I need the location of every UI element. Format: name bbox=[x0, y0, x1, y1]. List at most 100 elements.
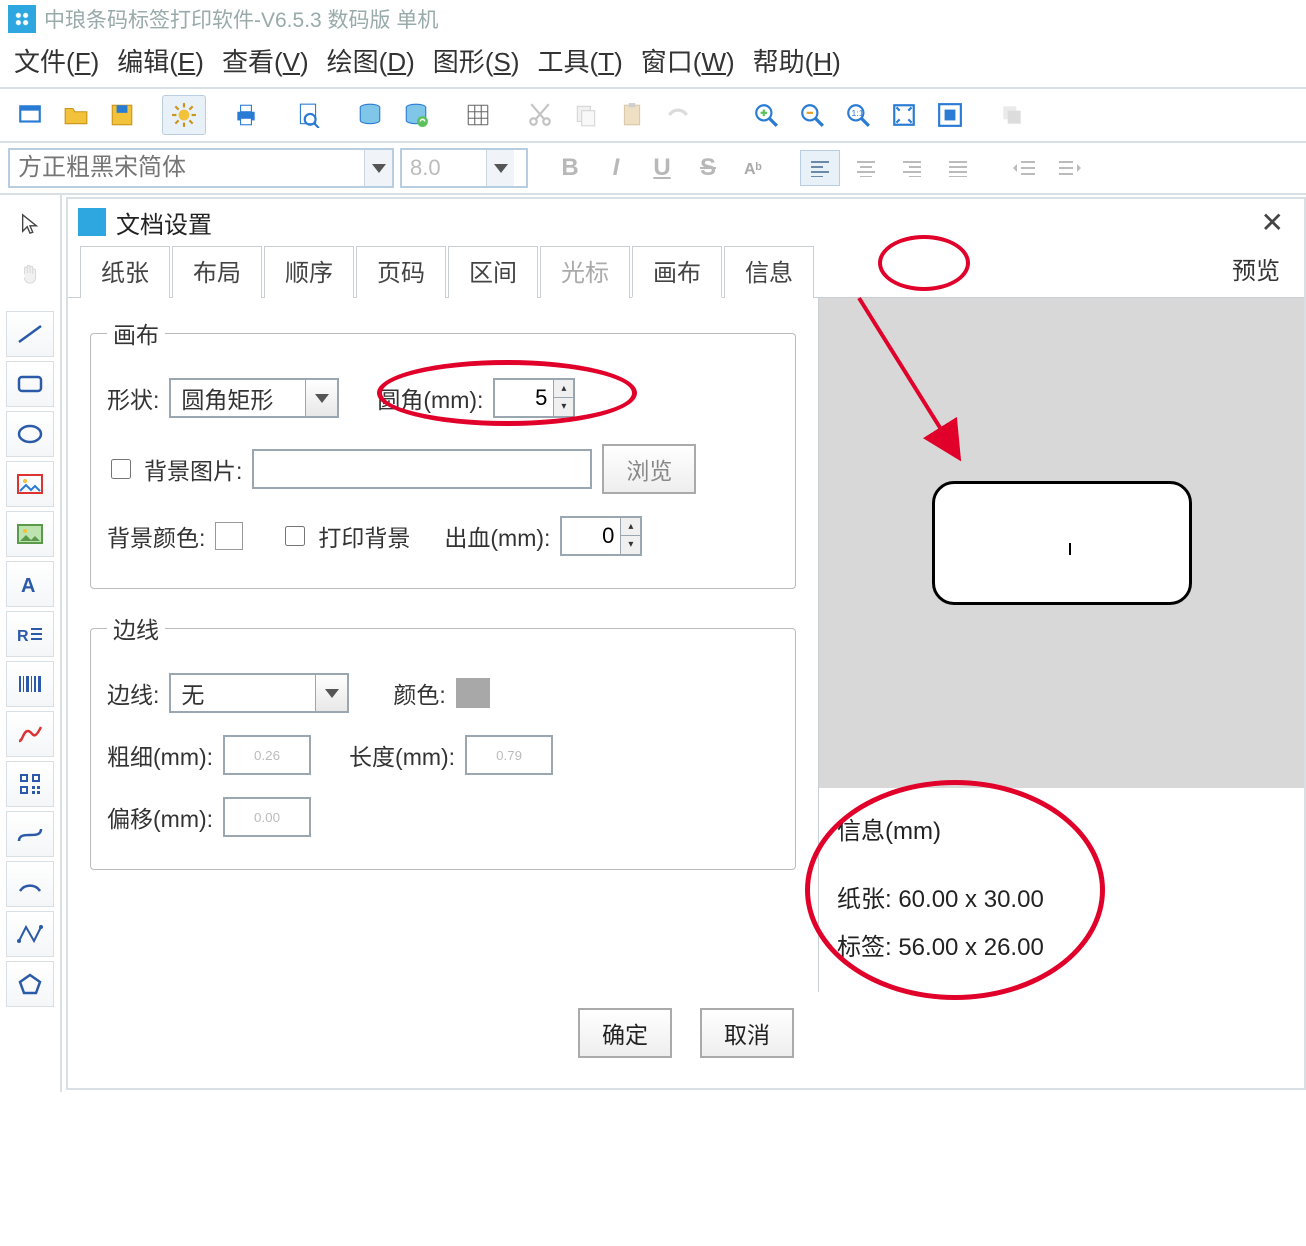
character-icon[interactable]: Aᵇ bbox=[734, 150, 774, 186]
italic-button[interactable]: I bbox=[596, 150, 636, 186]
bg-image-path-input[interactable] bbox=[252, 449, 592, 489]
zoom-region-icon[interactable] bbox=[928, 95, 972, 135]
menu-edit[interactable]: 编辑(E) bbox=[117, 42, 204, 79]
new-doc-icon[interactable] bbox=[8, 95, 52, 135]
underline-button[interactable]: U bbox=[642, 150, 682, 186]
menu-file[interactable]: 文件(F) bbox=[14, 42, 99, 79]
rect-tool-icon[interactable] bbox=[6, 361, 54, 407]
bezier-tool-icon[interactable] bbox=[6, 911, 54, 957]
zoom-fit-icon[interactable] bbox=[882, 95, 926, 135]
tab-cursor[interactable]: 光标 bbox=[540, 246, 630, 298]
close-button[interactable]: ✕ bbox=[1251, 206, 1294, 239]
offset-input[interactable] bbox=[223, 797, 311, 837]
svg-text:1:1: 1:1 bbox=[852, 108, 864, 118]
zoom-in-icon[interactable] bbox=[744, 95, 788, 135]
copy-icon[interactable] bbox=[564, 95, 608, 135]
chevron-down-icon[interactable] bbox=[486, 150, 514, 186]
arc-tool-icon[interactable] bbox=[6, 861, 54, 907]
chevron-down-icon[interactable] bbox=[305, 380, 337, 416]
cancel-button[interactable]: 取消 bbox=[700, 1008, 794, 1058]
grid-icon[interactable] bbox=[456, 95, 500, 135]
indent-icon[interactable] bbox=[1050, 150, 1090, 186]
tab-page[interactable]: 页码 bbox=[356, 246, 446, 298]
bg-color-swatch[interactable] bbox=[215, 522, 243, 550]
cut-icon[interactable] bbox=[518, 95, 562, 135]
menu-view[interactable]: 查看(V) bbox=[222, 42, 309, 79]
ok-button[interactable]: 确定 bbox=[578, 1008, 672, 1058]
outdent-icon[interactable] bbox=[1004, 150, 1044, 186]
spinner-up-icon[interactable]: ▴ bbox=[621, 518, 640, 536]
shape-select[interactable]: 圆角矩形 bbox=[169, 378, 339, 418]
image-placeholder-tool-icon[interactable] bbox=[6, 461, 54, 507]
image-tool-icon[interactable] bbox=[6, 511, 54, 557]
zoom-100-icon[interactable]: 1:1 bbox=[836, 95, 880, 135]
info-header: 信息(mm) bbox=[837, 808, 1286, 856]
font-size-select[interactable] bbox=[400, 148, 528, 188]
layers-icon[interactable] bbox=[990, 95, 1034, 135]
corner-input[interactable]: ▴▾ bbox=[493, 378, 575, 418]
align-center-button[interactable] bbox=[846, 150, 886, 186]
font-family-select[interactable] bbox=[8, 148, 394, 188]
font-size-input[interactable] bbox=[402, 150, 486, 186]
bg-image-checkbox[interactable] bbox=[111, 459, 131, 479]
strike-button[interactable]: S bbox=[688, 150, 728, 186]
zoom-out-icon[interactable] bbox=[790, 95, 834, 135]
hand-tool-icon[interactable] bbox=[6, 251, 54, 297]
text-tool-icon[interactable]: A bbox=[6, 561, 54, 607]
chevron-down-icon[interactable] bbox=[364, 150, 392, 186]
line-tool-icon[interactable] bbox=[6, 311, 54, 357]
print-bg-checkbox[interactable] bbox=[285, 526, 305, 546]
align-right-button[interactable] bbox=[892, 150, 932, 186]
paste-icon[interactable] bbox=[610, 95, 654, 135]
svg-text:Aᵇ: Aᵇ bbox=[744, 161, 762, 178]
border-label: 边线: bbox=[107, 676, 159, 710]
dialog-icon bbox=[78, 208, 106, 236]
menu-help[interactable]: 帮助(H) bbox=[753, 42, 841, 79]
open-icon[interactable] bbox=[54, 95, 98, 135]
menu-shape[interactable]: 图形(S) bbox=[433, 42, 520, 79]
save-icon[interactable] bbox=[100, 95, 144, 135]
delete-icon[interactable] bbox=[656, 95, 700, 135]
barcode-tool-icon[interactable] bbox=[6, 661, 54, 707]
qrcode-tool-icon[interactable] bbox=[6, 761, 54, 807]
chevron-down-icon[interactable] bbox=[315, 675, 347, 711]
border-color-swatch[interactable] bbox=[456, 678, 490, 708]
spinner-down-icon[interactable]: ▾ bbox=[554, 398, 573, 416]
tab-paper[interactable]: 纸张 bbox=[80, 246, 170, 298]
browse-button[interactable]: 浏览 bbox=[602, 444, 696, 494]
align-justify-button[interactable] bbox=[938, 150, 978, 186]
svg-text:A: A bbox=[21, 575, 35, 595]
info-paper-size: 纸张: 60.00 x 30.00 bbox=[837, 876, 1286, 924]
border-select[interactable]: 无 bbox=[169, 673, 349, 713]
richtext-tool-icon[interactable]: R bbox=[6, 611, 54, 657]
bleed-input[interactable]: ▴▾ bbox=[560, 516, 642, 556]
tab-canvas[interactable]: 画布 bbox=[632, 246, 722, 298]
font-family-input[interactable] bbox=[10, 150, 364, 186]
settings-icon[interactable] bbox=[162, 95, 206, 135]
tab-order[interactable]: 顺序 bbox=[264, 246, 354, 298]
preview-icon[interactable] bbox=[286, 95, 330, 135]
spinner-down-icon[interactable]: ▾ bbox=[621, 536, 640, 554]
tab-range[interactable]: 区间 bbox=[448, 246, 538, 298]
ellipse-tool-icon[interactable] bbox=[6, 411, 54, 457]
tab-info[interactable]: 信息 bbox=[724, 246, 814, 298]
bold-button[interactable]: B bbox=[550, 150, 590, 186]
database-icon[interactable] bbox=[348, 95, 392, 135]
curve-tool-icon[interactable] bbox=[6, 811, 54, 857]
corner-value[interactable] bbox=[495, 385, 553, 411]
border-value: 无 bbox=[171, 676, 315, 710]
menu-window[interactable]: 窗口(W) bbox=[641, 42, 735, 79]
polygon-tool-icon[interactable] bbox=[6, 961, 54, 1007]
tab-layout[interactable]: 布局 bbox=[172, 246, 262, 298]
bleed-value[interactable] bbox=[562, 523, 620, 549]
spinner-up-icon[interactable]: ▴ bbox=[554, 380, 573, 398]
pointer-tool-icon[interactable] bbox=[6, 201, 54, 247]
menu-draw[interactable]: 绘图(D) bbox=[327, 42, 415, 79]
menu-tools[interactable]: 工具(T) bbox=[538, 42, 623, 79]
thickness-input[interactable] bbox=[223, 735, 311, 775]
polyline-tool-icon[interactable] bbox=[6, 711, 54, 757]
print-icon[interactable] bbox=[224, 95, 268, 135]
database-refresh-icon[interactable] bbox=[394, 95, 438, 135]
align-left-button[interactable] bbox=[800, 150, 840, 186]
length-input[interactable] bbox=[465, 735, 553, 775]
